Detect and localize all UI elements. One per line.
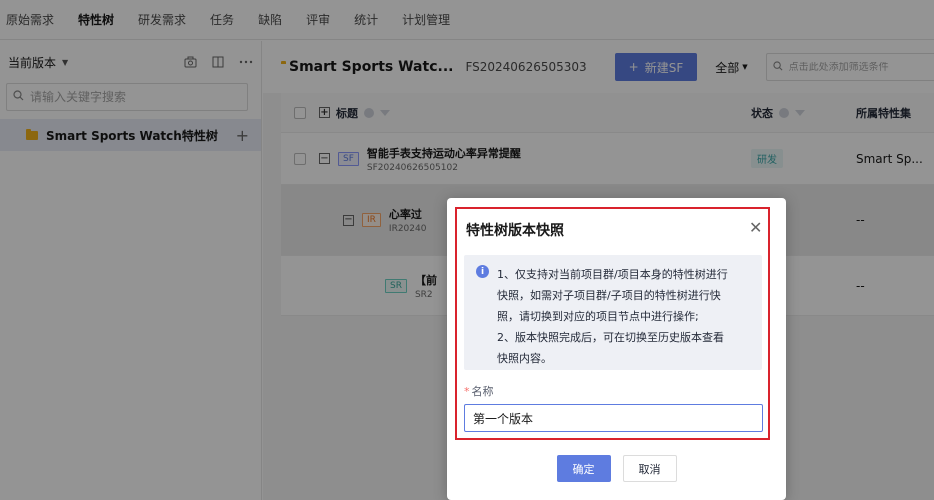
notice-box: i 1、仅支持对当前项目群/项目本身的特性树进行 快照，如需对子项目群/子项目的… (464, 255, 762, 370)
notice-line: 快照内容。 (497, 352, 552, 365)
notice-line: 2、版本快照完成后，可在切换至历史版本查看 (497, 331, 724, 344)
notice-line: 1、仅支持对当前项目群/项目本身的特性树进行 (497, 268, 728, 281)
cancel-button[interactable]: 取消 (622, 455, 677, 482)
notice-line: 快照，如需对子项目群/子项目的特性树进行快 (497, 289, 721, 302)
name-label: * 名称 (464, 383, 494, 399)
dialog-footer: 确定 取消 (447, 455, 786, 482)
close-icon[interactable]: ✕ (749, 220, 762, 236)
name-label-text: 名称 (471, 385, 494, 398)
snapshot-name-input[interactable] (464, 404, 763, 432)
notice-text: 1、仅支持对当前项目群/项目本身的特性树进行 快照，如需对子项目群/子项目的特性… (497, 264, 728, 370)
required-marker: * (464, 385, 470, 398)
info-icon: i (476, 265, 489, 278)
dialog-title: 特性树版本快照 (466, 223, 564, 239)
notice-line: 照，请切换到对应的项目节点中进行操作; (497, 310, 699, 323)
snapshot-dialog: 特性树版本快照 ✕ i 1、仅支持对当前项目群/项目本身的特性树进行 快照，如需… (447, 198, 786, 500)
confirm-button[interactable]: 确定 (556, 455, 611, 482)
